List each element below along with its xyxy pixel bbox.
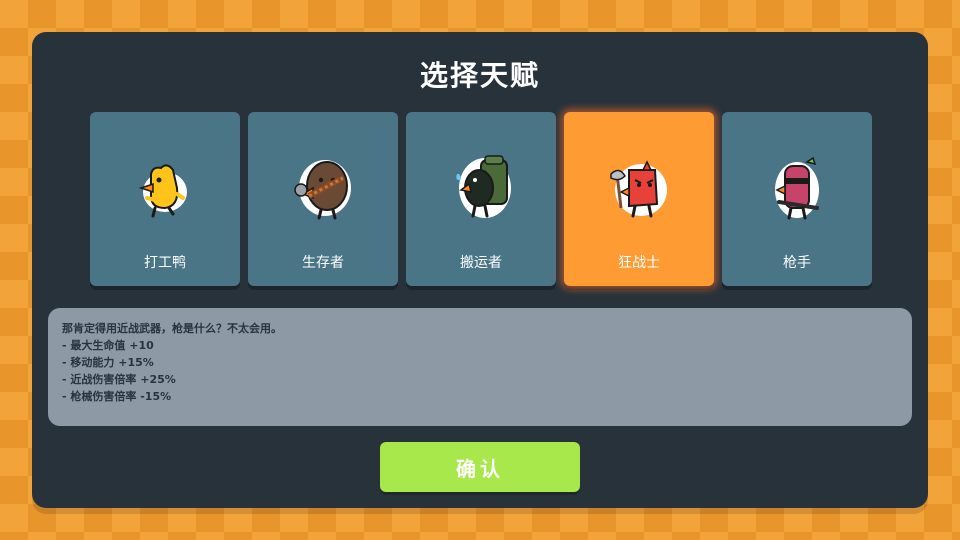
pink-gunner-icon [775, 156, 819, 220]
talent-stat-line: - 近战伤害倍率 +25% [62, 373, 176, 386]
talent-card-label: 狂战士 [618, 255, 660, 271]
talent-card-carrier[interactable]: 搬运者 [406, 112, 556, 286]
talent-stat-line: - 移动能力 +15% [62, 356, 154, 369]
green-backpack-bird-icon [456, 155, 511, 218]
red-berserker-bird-icon [610, 160, 667, 218]
talent-card-gunner[interactable]: 枪手 [722, 112, 872, 286]
talent-card-berserker[interactable]: 狂战士 [564, 112, 714, 286]
talent-description-flavor: 那肯定得用近战武器，枪是什么？不太会用。 [62, 322, 282, 335]
talent-description-box: 那肯定得用近战武器，枪是什么？不太会用。 - 最大生命值 +10 - 移动能力 … [48, 308, 912, 426]
talent-stat-line: - 最大生命值 +10 [62, 339, 154, 352]
confirm-button[interactable]: 确认 [380, 442, 580, 492]
brown-survivor-icon [294, 160, 351, 220]
talent-card-worker-duck[interactable]: 打工鸭 [90, 112, 240, 286]
talent-card-label: 枪手 [783, 255, 811, 271]
talent-card-label: 搬运者 [460, 255, 502, 271]
talent-card-list: 打工鸭 生存者 搬运者 狂战士 枪手 [90, 112, 872, 288]
talent-stat-line: - 枪械伤害倍率 -15% [62, 390, 172, 403]
page-title: 选择天赋 [419, 59, 540, 92]
yellow-duck-icon [138, 164, 187, 218]
talent-card-label: 生存者 [302, 255, 344, 271]
talent-card-survivor[interactable]: 生存者 [248, 112, 398, 286]
talent-card-label: 打工鸭 [144, 255, 186, 271]
talent-select-panel: 选择天赋 打工鸭 生存者 搬运者 狂战士 枪手 那肯定得用近战武器，枪是什么？不… [32, 32, 928, 508]
